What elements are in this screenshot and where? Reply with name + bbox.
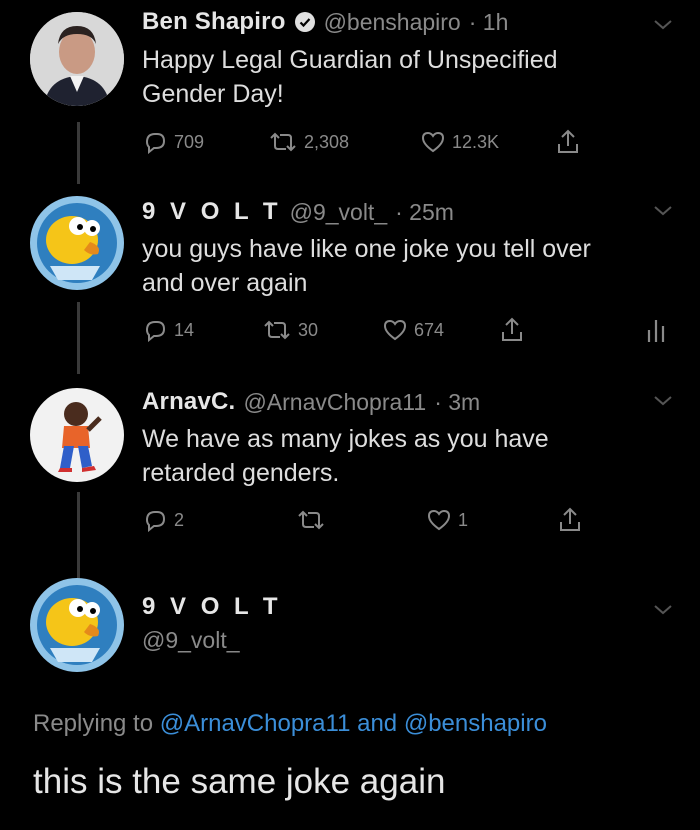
replying-and: and [357, 710, 398, 737]
like-icon [427, 509, 451, 531]
tweet-time: · 3m [434, 388, 481, 415]
avatar[interactable] [30, 196, 124, 290]
reply-button[interactable]: 14 [142, 318, 194, 342]
chevron-down-icon[interactable] [654, 396, 672, 406]
retweet-count: 30 [298, 319, 319, 340]
retweet-button[interactable]: 2,308 [268, 130, 349, 154]
tweet-text-line: We have as many jokes as you have [142, 425, 549, 453]
chevron-down-icon[interactable] [654, 206, 672, 216]
like-icon [421, 131, 445, 153]
tweet-text: Happy Legal Guardian of Unspecified Gend… [142, 43, 558, 111]
like-button[interactable]: 12.3K [420, 130, 499, 154]
reply-button[interactable]: 709 [142, 130, 204, 154]
like-icon [383, 319, 407, 341]
reply-count: 14 [174, 319, 195, 340]
mention-link[interactable]: @benshapiro [404, 710, 547, 737]
retweet-icon [270, 132, 296, 152]
chevron-down-icon[interactable] [654, 20, 672, 30]
tweet-time: · 25m [395, 198, 454, 225]
verified-badge-icon [294, 11, 316, 33]
tweet-text-line: retarded genders. [142, 459, 340, 487]
author-name[interactable]: 9 V O L T [142, 198, 282, 226]
retweet-button[interactable] [296, 508, 332, 532]
avatar[interactable] [30, 12, 124, 106]
reply-count: 2 [174, 509, 185, 530]
thread-line [77, 302, 80, 374]
tweet-text-line: Gender Day! [142, 80, 284, 108]
reply-icon [145, 511, 166, 532]
thread-line [77, 492, 80, 580]
like-count: 1 [458, 509, 469, 530]
share-icon[interactable] [556, 128, 580, 156]
like-count: 12.3K [452, 131, 500, 152]
like-count: 674 [414, 319, 445, 340]
avatar[interactable] [30, 388, 124, 482]
retweet-icon [298, 510, 324, 530]
tweet-time: · 1h [468, 8, 509, 35]
mention-link[interactable]: @ArnavChopra11 [160, 710, 351, 737]
retweet-icon [264, 320, 290, 340]
author-handle[interactable]: @9_volt_ [142, 627, 240, 654]
reply-count: 709 [174, 131, 205, 152]
like-button[interactable]: 674 [382, 318, 444, 342]
replying-prefix: Replying to [33, 710, 154, 737]
retweet-button[interactable]: 30 [262, 318, 318, 342]
author-handle[interactable]: @9_volt_ [290, 199, 388, 226]
author-handle[interactable]: @benshapiro [324, 9, 461, 36]
tweet-text-line: Happy Legal Guardian of Unspecified [142, 46, 558, 74]
author-name[interactable]: 9 V O L T [142, 593, 282, 621]
share-icon[interactable] [558, 506, 582, 534]
tweet-text-line: and over again [142, 269, 308, 297]
tweet-text-line: you guys have like one joke you tell ove… [142, 235, 591, 263]
reply-icon [145, 133, 166, 154]
tweet-text: you guys have like one joke you tell ove… [142, 232, 591, 300]
replying-to: Replying to @ArnavChopra11 and @benshapi… [33, 710, 547, 738]
main-tweet-text: this is the same joke again [33, 762, 446, 801]
author-name[interactable]: ArnavC. [142, 388, 235, 416]
chevron-down-icon[interactable] [654, 605, 672, 615]
reply-button[interactable]: 2 [142, 508, 184, 532]
reply-icon [145, 321, 166, 342]
share-icon[interactable] [500, 316, 524, 344]
retweet-count: 2,308 [304, 131, 350, 152]
tweet-text: We have as many jokes as you have retard… [142, 422, 549, 490]
author-handle[interactable]: @ArnavChopra11 [243, 389, 426, 416]
thread-line [77, 122, 80, 184]
author-name[interactable]: Ben Shapiro [142, 8, 286, 36]
like-button[interactable]: 1 [426, 508, 468, 532]
analytics-icon[interactable] [646, 316, 666, 344]
avatar[interactable] [30, 578, 124, 672]
